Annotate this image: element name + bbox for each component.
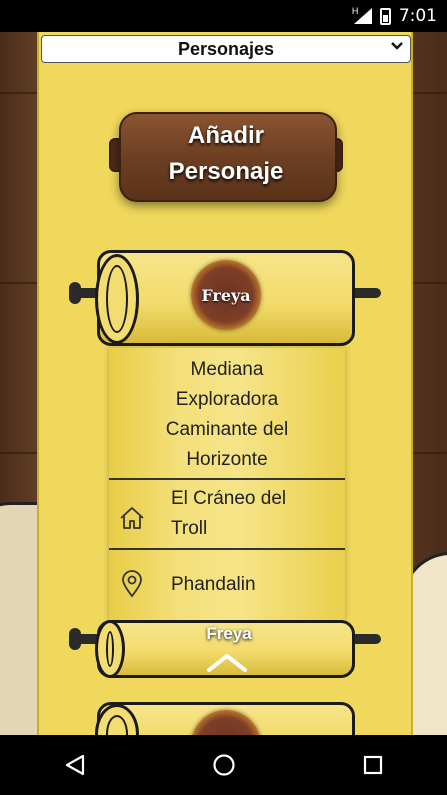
section-select[interactable]: Personajes [41,35,411,63]
description-line: Caminante del [165,419,289,440]
add-character-button[interactable]: Añadir Personaje [109,108,343,202]
character-name: Freya [201,285,251,305]
signal-icon: H [351,6,372,24]
location-text: Phandalin [171,574,256,595]
location-row: Phandalin [109,570,345,600]
description-line: Mediana [190,359,264,380]
map-pin-icon [117,570,147,598]
divider [109,548,345,550]
home-line: El Cráneo del [171,488,287,509]
add-character-line2: Personaje [168,158,284,185]
description-line: Horizonte [186,449,268,470]
character-avatar-badge: Freya [191,260,261,330]
scroll-roll-end [95,254,139,344]
navigation-bar [0,735,447,795]
divider [109,478,345,480]
home-circle-icon[interactable] [194,735,254,795]
collapse-chevron-up-icon[interactable] [205,652,249,679]
description-line: Exploradora [175,389,279,410]
scroll-roll-end [95,620,125,678]
battery-icon [379,7,391,25]
home-row: El Cráneo del Troll [109,484,345,544]
character-description: Mediana Exploradora Caminante del Horizo… [109,348,345,478]
card-footer-name: Freya [206,624,252,643]
character-details: Mediana Exploradora Caminante del Horizo… [109,348,345,621]
home-icon [117,506,147,530]
character-list-panel: Personajes Añadir Personaje Freya Median… [37,32,413,735]
back-icon[interactable] [45,735,105,795]
section-select-value: Personajes [177,38,275,59]
home-text: El Cráneo del Troll [171,484,286,544]
add-character-line1: Añadir [187,122,264,149]
clock: 7:01 [398,6,437,26]
recents-icon[interactable] [343,735,403,795]
network-type: H [351,6,359,16]
home-line: Troll [171,518,208,539]
status-bar: H 7:01 [0,0,447,32]
add-character-label: Añadir Personaje [119,118,333,190]
chevron-down-icon [390,39,404,58]
